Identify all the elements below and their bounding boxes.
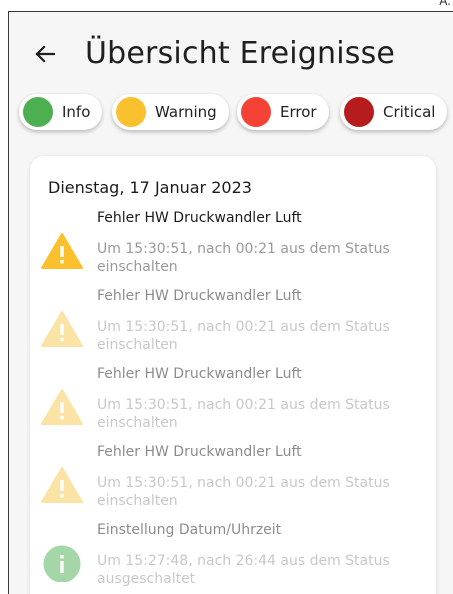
event-description: Um 15:30:51, nach 00:21 aus dem Status e…	[97, 397, 390, 431]
event-row[interactable]: Fehler HW Druckwandler Luft Um 15:30:51,…	[30, 366, 436, 444]
warning-dot-icon	[116, 97, 146, 127]
error-dot-icon	[241, 97, 271, 127]
warning-triangle-icon	[41, 311, 83, 347]
corner-label: A.	[439, 0, 451, 8]
event-description: Um 15:30:51, nach 00:21 aus dem Status e…	[97, 241, 390, 275]
event-title: Fehler HW Druckwandler Luft	[97, 444, 302, 460]
info-circle-icon	[43, 545, 81, 582]
event-row[interactable]: Einstellung Datum/Uhrzeit Um 15:27:48, n…	[30, 522, 436, 594]
filter-chip-label: Info	[62, 103, 91, 121]
filter-chip-label: Error	[280, 103, 317, 121]
arrow-left-icon	[35, 45, 55, 63]
app-screen: Übersicht Ereignisse Info Warning Error …	[9, 12, 453, 594]
back-button[interactable]	[33, 42, 57, 66]
event-description: Um 15:30:51, nach 00:21 aus dem Status e…	[97, 475, 390, 509]
filter-chip-warning[interactable]: Warning	[112, 94, 229, 130]
filter-chip-error[interactable]: Error	[237, 94, 329, 130]
event-row[interactable]: Fehler HW Druckwandler Luft Um 15:30:51,…	[30, 210, 436, 288]
event-title: Fehler HW Druckwandler Luft	[97, 288, 302, 304]
event-row[interactable]: Fehler HW Druckwandler Luft Um 15:30:51,…	[30, 444, 436, 522]
events-day-card: Dienstag, 17 Januar 2023 Fehler HW Druck…	[30, 156, 436, 594]
event-description: Um 15:27:48, nach 26:44 aus dem Status a…	[97, 553, 390, 587]
event-title: Einstellung Datum/Uhrzeit	[97, 522, 282, 538]
filter-chip-label: Critical	[383, 103, 436, 121]
critical-dot-icon	[344, 97, 374, 127]
filter-chip-label: Warning	[155, 103, 217, 121]
event-title: Fehler HW Druckwandler Luft	[97, 210, 302, 226]
event-description: Um 15:30:51, nach 00:21 aus dem Status e…	[97, 319, 390, 353]
filter-chip-info[interactable]: Info	[19, 94, 103, 130]
filter-chip-critical[interactable]: Critical	[340, 94, 448, 130]
warning-triangle-icon	[41, 233, 83, 269]
filter-chip-bar: Info Warning Error Critical	[19, 94, 453, 140]
event-row[interactable]: Fehler HW Druckwandler Luft Um 15:30:51,…	[30, 288, 436, 366]
warning-triangle-icon	[41, 389, 83, 425]
page-title: Übersicht Ereignisse	[85, 36, 396, 71]
info-dot-icon	[23, 97, 53, 127]
app-bar: Übersicht Ereignisse	[9, 34, 453, 74]
warning-triangle-icon	[41, 467, 83, 503]
day-heading: Dienstag, 17 Januar 2023	[48, 178, 252, 197]
event-title: Fehler HW Druckwandler Luft	[97, 366, 302, 382]
